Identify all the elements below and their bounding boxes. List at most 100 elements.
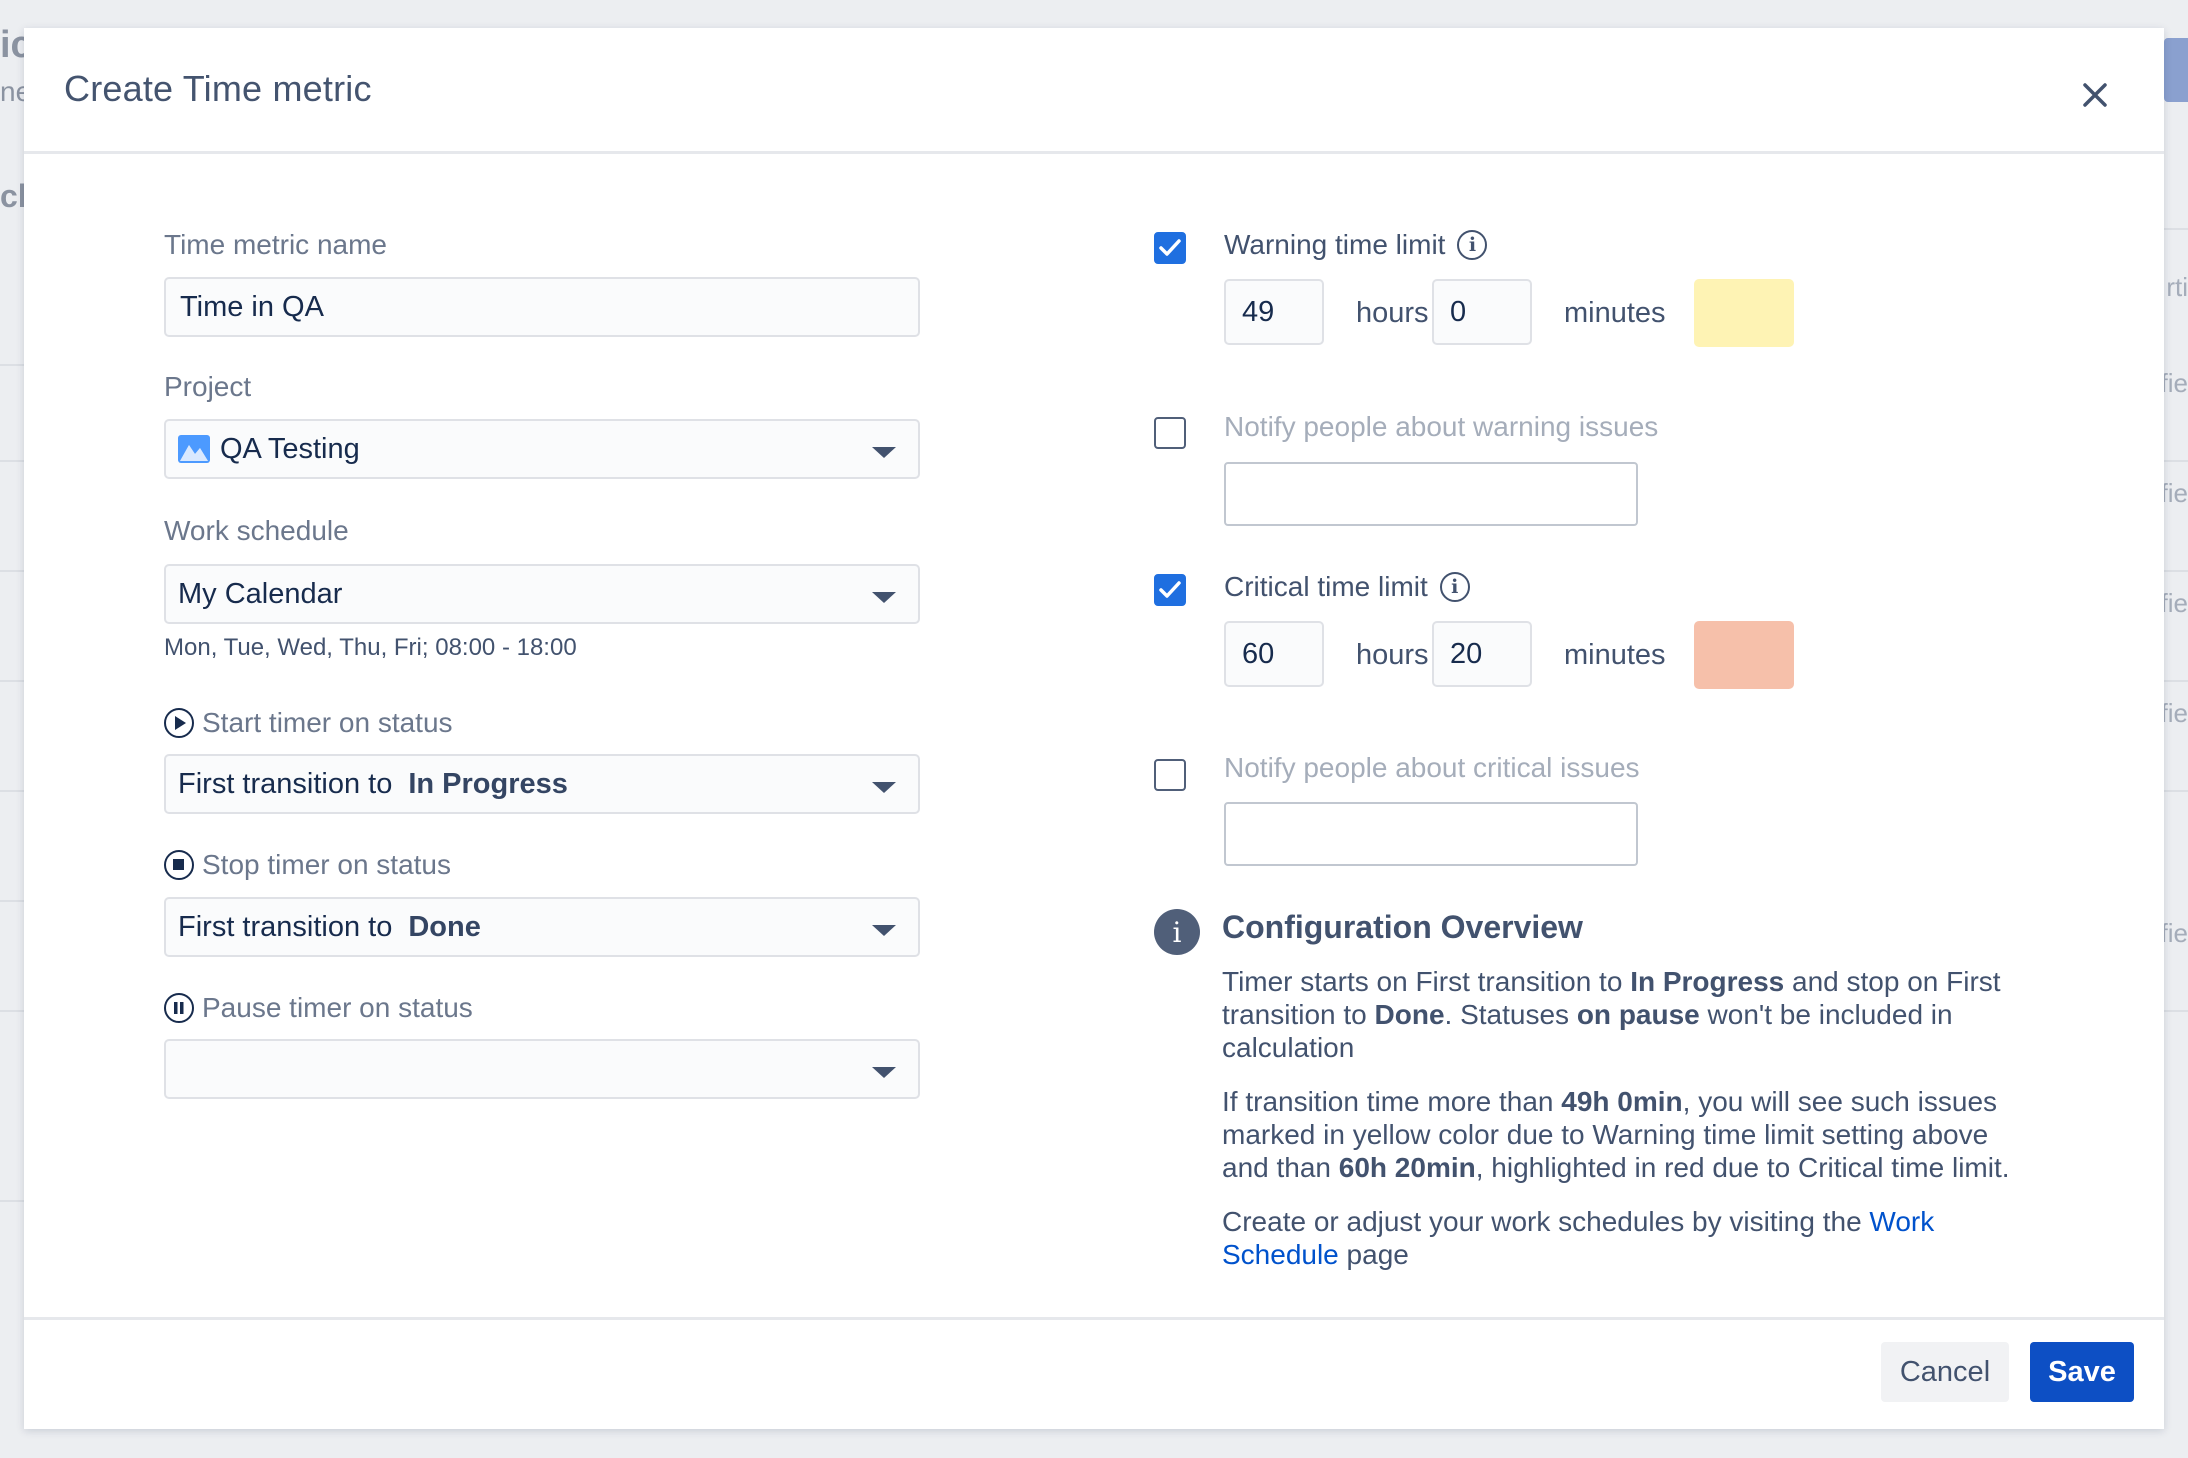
bg-fragment-heading: cl [0, 178, 27, 214]
warning-limit-checkbox[interactable] [1154, 232, 1186, 264]
notify-critical-label: Notify people about critical issues [1224, 752, 1640, 783]
notify-warning-input[interactable] [1224, 462, 1638, 526]
bg-divider [0, 680, 24, 682]
work-schedule-label: Work schedule [164, 515, 349, 546]
overview-text: If transition time more than [1222, 1086, 1562, 1117]
pause-timer-label-text: Pause timer on status [202, 992, 473, 1023]
start-timer-prefix: First transition to [178, 767, 393, 800]
notify-critical-input[interactable] [1224, 802, 1638, 866]
stop-timer-status: Done [408, 910, 481, 943]
configuration-overview-title: Configuration Overview [1222, 909, 1583, 945]
info-icon: i [1154, 909, 1200, 955]
info-icon[interactable]: i [1457, 230, 1488, 260]
work-schedule-value: My Calendar [178, 577, 343, 610]
overview-paragraph-limits: If transition time more than 49h 0min, y… [1222, 1085, 2032, 1184]
warning-hours-input[interactable]: 49 [1224, 279, 1324, 345]
bg-divider [2164, 680, 2188, 682]
start-timer-status: In Progress [408, 767, 568, 800]
notify-warning-checkbox[interactable] [1154, 417, 1186, 449]
critical-limit-checkbox[interactable] [1154, 574, 1186, 606]
stop-icon [164, 850, 194, 880]
overview-start-status: In Progress [1630, 966, 1785, 997]
bg-divider [0, 1010, 24, 1012]
notify-warning-label: Notify people about warning issues [1224, 411, 1659, 442]
bg-fragment-2: fie [2160, 368, 2188, 398]
critical-hours-input[interactable]: 60 [1224, 621, 1324, 687]
overview-paragraph-schedule: Create or adjust your work schedules by … [1222, 1205, 2032, 1271]
critical-color-swatch[interactable] [1694, 621, 1794, 689]
dialog-body: Time metric name Time in QA Project QA T… [24, 157, 2164, 1317]
pause-icon [164, 993, 194, 1023]
bg-fragment-4: fie [2160, 588, 2188, 618]
warning-limit-label-text: Warning time limit [1224, 229, 1446, 260]
chevron-down-icon [872, 1067, 896, 1078]
overview-paragraph-timer: Timer starts on First transition to In P… [1222, 965, 2032, 1064]
overview-stop-status: Done [1374, 999, 1445, 1030]
critical-limit-label-text: Critical time limit [1224, 571, 1428, 602]
project-avatar-icon [178, 435, 210, 463]
dialog-header: Create Time metric [24, 28, 2164, 154]
overview-critical-value: 60h 20min [1338, 1152, 1476, 1183]
bg-divider [0, 900, 24, 902]
checkmark-icon [1159, 581, 1181, 598]
cancel-button[interactable]: Cancel [1881, 1342, 2009, 1402]
close-icon [2083, 83, 2107, 107]
bg-divider [0, 570, 24, 572]
start-timer-select[interactable]: First transition to In Progress [164, 754, 920, 814]
overview-text: page [1338, 1239, 1409, 1270]
play-icon [164, 708, 194, 738]
start-timer-label-text: Start timer on status [202, 707, 453, 738]
save-button[interactable]: Save [2030, 1342, 2134, 1402]
bg-divider [0, 1200, 24, 1202]
critical-hours-unit: hours [1356, 639, 1429, 671]
critical-minutes-input[interactable]: 20 [1432, 621, 1532, 687]
overview-text: Timer starts on First transition to [1222, 966, 1631, 997]
bg-divider [2164, 1010, 2188, 1012]
bg-divider [0, 790, 24, 792]
work-schedule-helper: Mon, Tue, Wed, Thu, Fri; 08:00 - 18:00 [164, 634, 577, 661]
pause-timer-label: Pause timer on status [164, 992, 473, 1024]
bg-divider [2164, 790, 2188, 792]
warning-minutes-unit: minutes [1564, 297, 1666, 329]
bg-divider [0, 460, 24, 462]
warning-color-swatch[interactable] [1694, 279, 1794, 347]
info-icon[interactable]: i [1439, 572, 1470, 602]
critical-minutes-unit: minutes [1564, 639, 1666, 671]
bg-divider [2164, 460, 2188, 462]
overview-pause-term: on pause [1576, 999, 1700, 1030]
chevron-down-icon [872, 925, 896, 936]
dialog-footer: Cancel Save [24, 1317, 2164, 1429]
metric-name-input[interactable]: Time in QA [164, 277, 920, 337]
overview-text: . Statuses [1444, 999, 1577, 1030]
project-select[interactable]: QA Testing [164, 419, 920, 479]
overview-text: Create or adjust your work schedules by … [1222, 1206, 1870, 1237]
stop-timer-label: Stop timer on status [164, 849, 451, 881]
checkmark-icon [1159, 239, 1181, 256]
bg-fragment-5: fie [2160, 698, 2188, 728]
project-label: Project [164, 371, 252, 402]
overview-warning-value: 49h 0min [1561, 1086, 1683, 1117]
dialog-title: Create Time metric [64, 68, 372, 109]
pause-timer-select[interactable] [164, 1039, 920, 1099]
overview-text: , highlighted in red due to Critical tim… [1475, 1152, 2010, 1183]
project-value: QA Testing [220, 432, 360, 465]
chevron-down-icon [872, 447, 896, 458]
warning-minutes-input[interactable]: 0 [1432, 279, 1532, 345]
stop-timer-select[interactable]: First transition to Done [164, 897, 920, 957]
work-schedule-select[interactable]: My Calendar [164, 564, 920, 624]
critical-limit-label: Critical time limit i [1224, 571, 1470, 603]
notify-critical-checkbox[interactable] [1154, 759, 1186, 791]
bg-divider [0, 364, 24, 366]
chevron-down-icon [872, 592, 896, 603]
close-button[interactable] [2072, 72, 2118, 118]
bg-divider [2164, 228, 2188, 230]
bg-button [2164, 38, 2188, 102]
bg-fragment-3: fie [2160, 478, 2188, 508]
chevron-down-icon [872, 782, 896, 793]
warning-limit-label: Warning time limit i [1224, 229, 1488, 261]
bg-divider [2164, 570, 2188, 572]
create-time-metric-dialog: Create Time metric Time metric name Time… [24, 28, 2164, 1429]
start-timer-label: Start timer on status [164, 707, 453, 739]
bg-fragment-1: rti [2166, 272, 2188, 302]
metric-name-label: Time metric name [164, 229, 388, 260]
